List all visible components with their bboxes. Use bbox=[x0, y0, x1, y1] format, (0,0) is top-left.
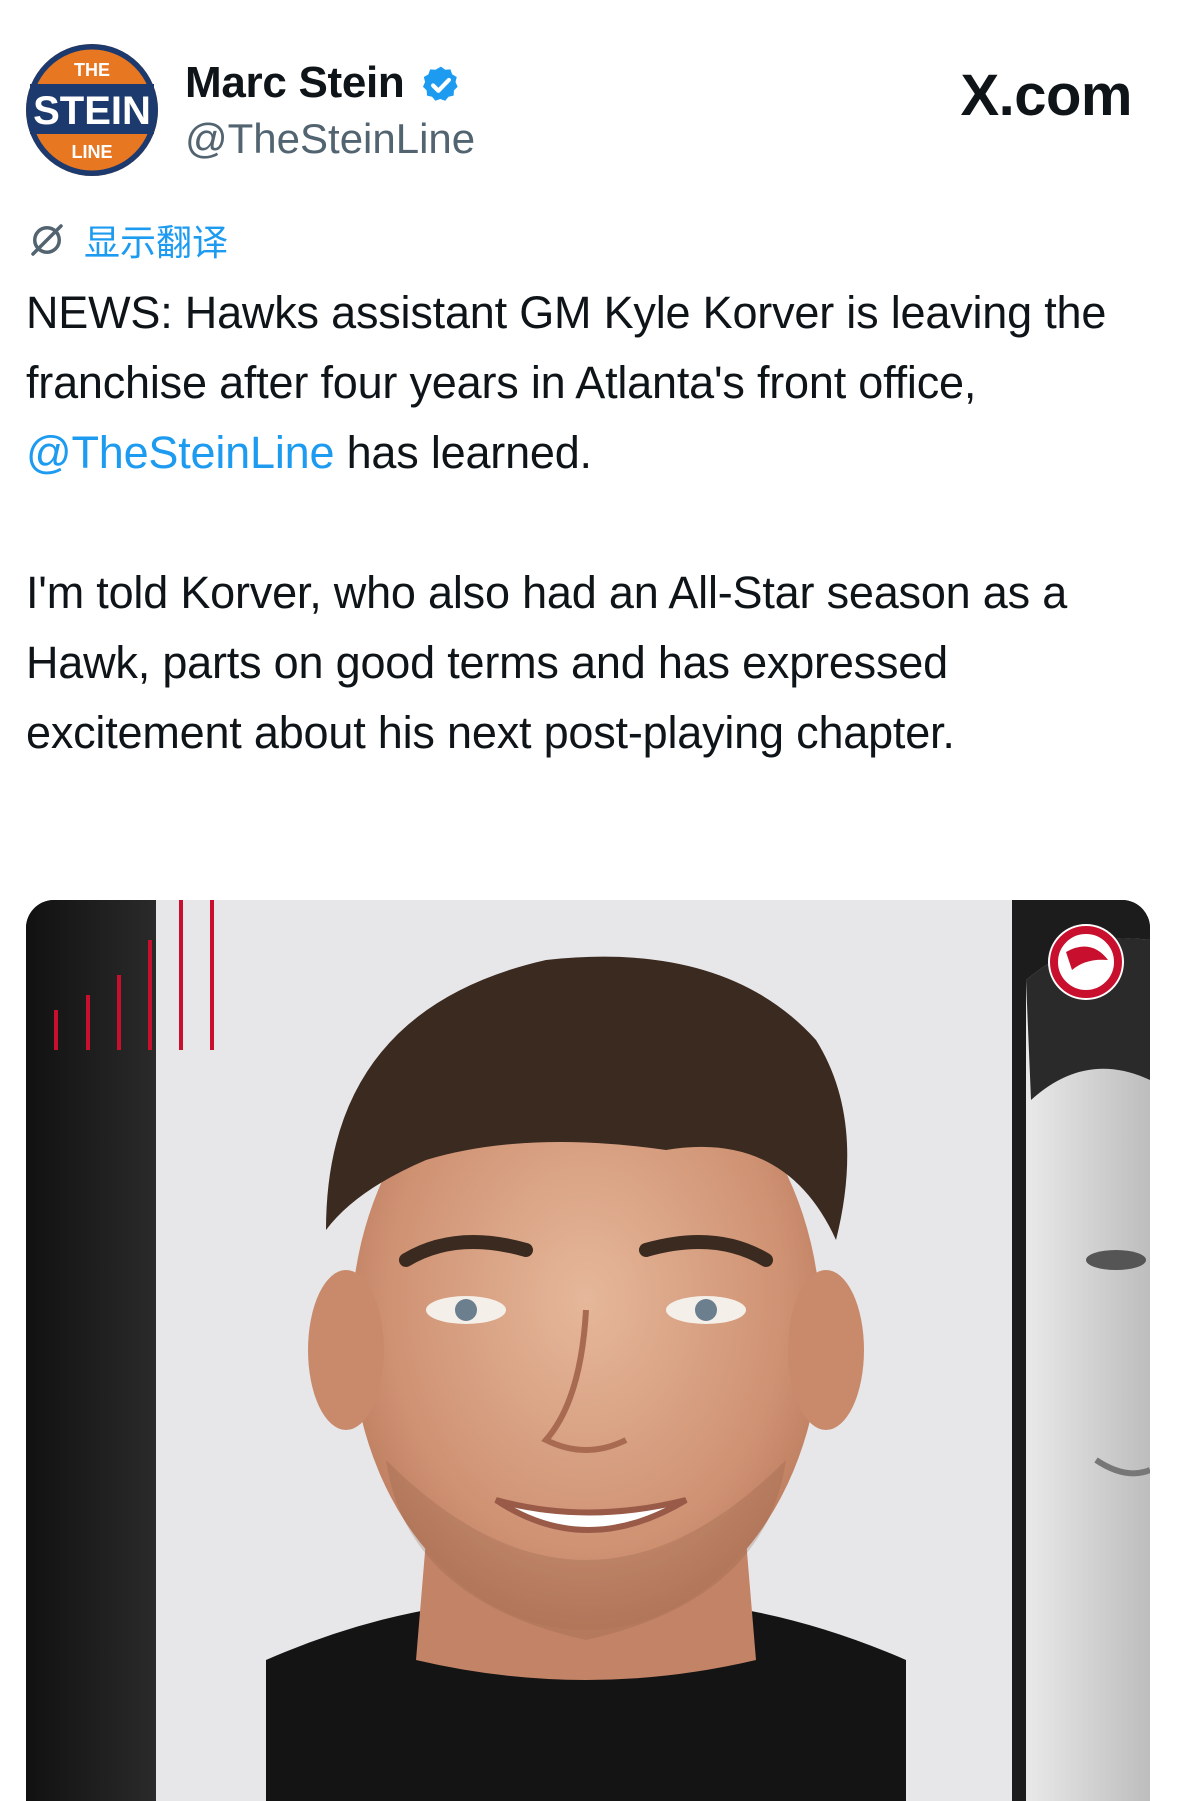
avatar-logo-middle: STEIN bbox=[33, 89, 151, 133]
tweet-text: NEWS: Hawks assistant GM Kyle Korver is … bbox=[26, 278, 1156, 768]
avatar-logo-top: THE bbox=[74, 60, 110, 80]
source-label: X.com bbox=[960, 63, 1132, 128]
author-handle[interactable]: @TheSteinLine bbox=[185, 115, 475, 163]
author-avatar[interactable]: THE STEIN LINE bbox=[26, 44, 158, 176]
tweet-paragraph-2: I'm told Korver, who also had an All-Sta… bbox=[26, 567, 1068, 758]
translate-label: 显示翻译 bbox=[84, 223, 229, 264]
tweet-paragraph-1: NEWS: Hawks assistant GM Kyle Korver is … bbox=[26, 278, 1156, 488]
author-name[interactable]: Marc Stein bbox=[185, 58, 405, 108]
tweet-para1-text: NEWS: Hawks assistant GM Kyle Korver is … bbox=[26, 287, 1107, 408]
translate-icon bbox=[31, 224, 63, 256]
tweet-para1-end: has learned. bbox=[334, 427, 592, 478]
mention-link[interactable]: @TheSteinLine bbox=[26, 427, 334, 478]
tweet-media-image[interactable] bbox=[26, 900, 1150, 1801]
avatar-logo-bottom: LINE bbox=[71, 142, 112, 162]
hawks-logo-icon bbox=[1048, 924, 1124, 1000]
translate-button[interactable]: 显示翻译 bbox=[26, 214, 228, 266]
verified-badge-icon bbox=[422, 66, 458, 101]
